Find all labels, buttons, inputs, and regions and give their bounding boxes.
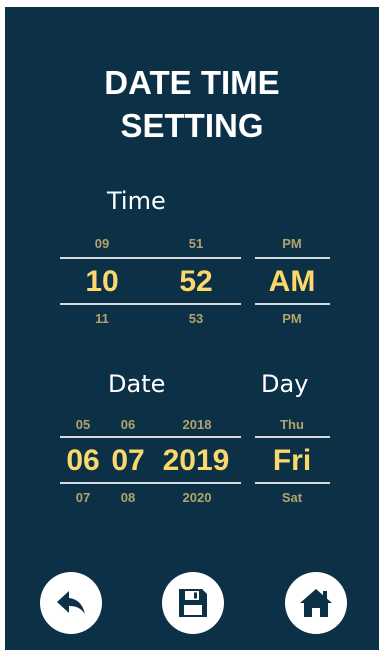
- ampm-next[interactable]: PM: [260, 312, 324, 326]
- home-button[interactable]: [285, 572, 347, 634]
- time-selection-line-top: [60, 257, 241, 259]
- ampm-selection-line-top: [255, 257, 330, 259]
- day-selected[interactable]: 06: [60, 444, 106, 478]
- weekday-selection-line-top: [255, 436, 330, 438]
- day-next[interactable]: 07: [65, 491, 101, 505]
- ampm-prev[interactable]: PM: [260, 237, 324, 251]
- date-label: Date: [108, 370, 166, 398]
- day-prev[interactable]: 05: [65, 418, 101, 432]
- month-prev[interactable]: 06: [110, 418, 146, 432]
- time-selection-line-bottom: [60, 303, 241, 305]
- weekday-selected[interactable]: Fri: [255, 444, 329, 478]
- date-selection-line-top: [60, 436, 241, 438]
- hour-prev[interactable]: 09: [77, 237, 127, 251]
- year-selected[interactable]: 2019: [153, 444, 239, 478]
- month-selected[interactable]: 07: [105, 444, 151, 478]
- date-selection-line-bottom: [60, 482, 241, 484]
- page-title-line2: SETTING: [120, 107, 264, 144]
- back-button[interactable]: [40, 572, 102, 634]
- weekday-next[interactable]: Sat: [260, 491, 324, 505]
- weekday-prev[interactable]: Thu: [260, 418, 324, 432]
- date-time-setting-screen: DATE TIME SETTING Time 09 10 11 51 52 53…: [5, 7, 379, 650]
- time-label: Time: [107, 187, 166, 215]
- minute-selected[interactable]: 52: [166, 265, 226, 299]
- day-label: Day: [261, 370, 309, 398]
- year-next[interactable]: 2020: [169, 491, 225, 505]
- page-title-line1: DATE TIME: [104, 64, 280, 101]
- minute-prev[interactable]: 51: [171, 237, 221, 251]
- back-arrow-icon: [57, 591, 85, 614]
- month-next[interactable]: 08: [110, 491, 146, 505]
- home-icon: [300, 589, 332, 617]
- ampm-selection-line-bottom: [255, 303, 330, 305]
- hour-next[interactable]: 11: [77, 312, 127, 326]
- ampm-selected[interactable]: AM: [255, 265, 329, 299]
- weekday-selection-line-bottom: [255, 482, 330, 484]
- minute-next[interactable]: 53: [171, 312, 221, 326]
- save-button[interactable]: [162, 572, 224, 634]
- year-prev[interactable]: 2018: [169, 418, 225, 432]
- hour-selected[interactable]: 10: [72, 265, 132, 299]
- floppy-disk-icon: [179, 589, 207, 617]
